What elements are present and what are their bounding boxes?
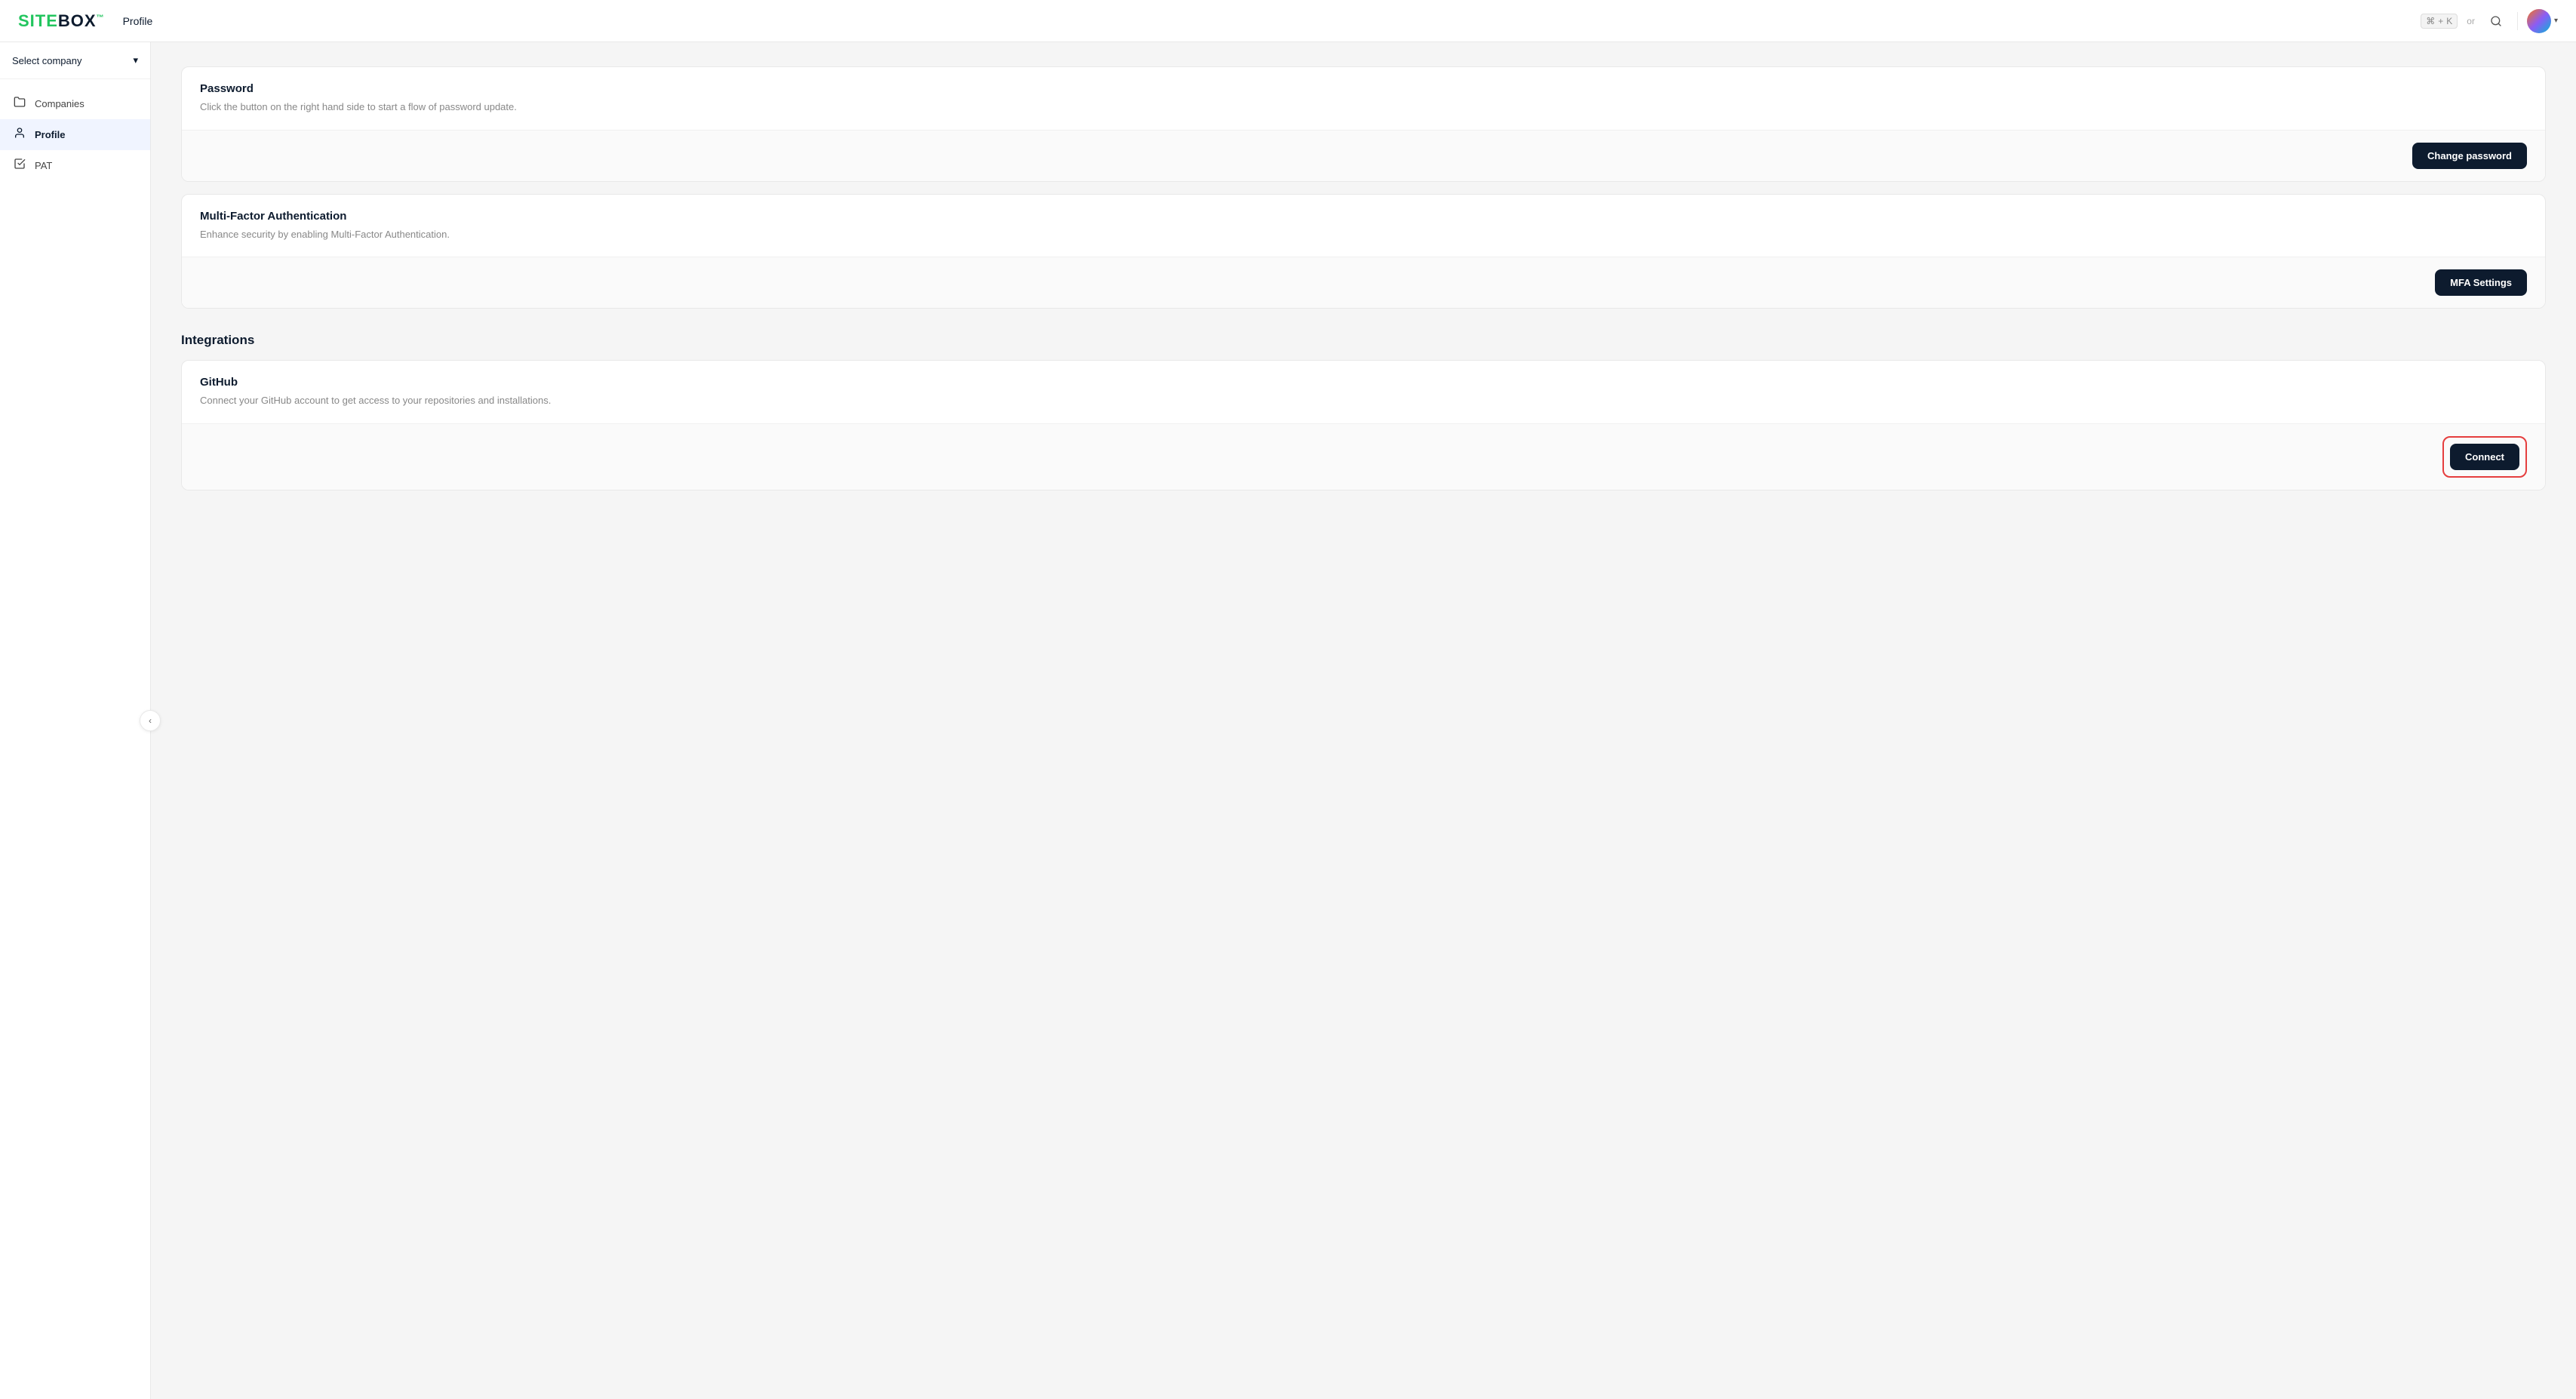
sidebar-item-companies[interactable]: Companies <box>0 88 150 119</box>
password-card-bottom: Change password <box>182 130 2545 181</box>
sidebar-nav: Companies Profile PAT <box>0 79 150 1399</box>
connect-button-wrapper: Connect <box>2442 436 2527 478</box>
sidebar-item-pat[interactable]: PAT <box>0 150 150 181</box>
select-company-chevron-icon: ▾ <box>133 54 138 66</box>
sidebar-item-companies-label: Companies <box>35 98 85 109</box>
main-content: Password Click the button on the right h… <box>151 42 2576 1399</box>
logo-trademark: ™ <box>97 14 105 22</box>
github-card-bottom: Connect <box>182 423 2545 490</box>
header-right: ⌘ + K or ▾ <box>2421 9 2558 33</box>
pat-icon <box>12 158 27 174</box>
header-nav-label: Profile <box>123 15 153 27</box>
password-card-top: Password Click the button on the right h… <box>182 67 2545 130</box>
chevron-down-icon: ▾ <box>2554 17 2558 25</box>
github-card: GitHub Connect your GitHub account to ge… <box>181 360 2546 490</box>
keyboard-shortcut: ⌘ + K <box>2421 14 2458 29</box>
search-button[interactable] <box>2484 9 2508 33</box>
select-company-button[interactable]: Select company ▾ <box>0 42 150 79</box>
github-description: Connect your GitHub account to get acces… <box>200 393 2527 408</box>
kbd-k: K <box>2446 16 2452 26</box>
logo-box: BOX <box>58 11 97 30</box>
sidebar-item-profile[interactable]: Profile <box>0 119 150 150</box>
sidebar-collapse-button[interactable]: ‹ <box>140 710 161 731</box>
profile-icon <box>12 127 27 143</box>
logo: SITEBOX™ <box>18 11 105 31</box>
github-title: GitHub <box>200 376 2527 389</box>
sidebar-item-profile-label: Profile <box>35 129 65 140</box>
mfa-card: Multi-Factor Authentication Enhance secu… <box>181 194 2546 309</box>
mfa-card-top: Multi-Factor Authentication Enhance secu… <box>182 195 2545 257</box>
header-divider <box>2517 12 2518 30</box>
avatar <box>2527 9 2551 33</box>
sidebar: Select company ▾ Companies Profile PAT <box>0 42 151 1399</box>
search-icon <box>2490 15 2502 27</box>
mfa-settings-button[interactable]: MFA Settings <box>2435 269 2527 296</box>
change-password-button[interactable]: Change password <box>2412 143 2527 169</box>
collapse-icon: ‹ <box>149 715 152 726</box>
app-body: Select company ▾ Companies Profile PAT <box>0 42 2576 1399</box>
user-avatar-button[interactable]: ▾ <box>2527 9 2558 33</box>
github-card-top: GitHub Connect your GitHub account to ge… <box>182 361 2545 423</box>
password-card: Password Click the button on the right h… <box>181 66 2546 182</box>
sidebar-item-pat-label: PAT <box>35 160 52 171</box>
password-title: Password <box>200 82 2527 95</box>
folder-icon <box>12 96 27 112</box>
app-header: SITEBOX™ Profile ⌘ + K or ▾ <box>0 0 2576 42</box>
mfa-title: Multi-Factor Authentication <box>200 210 2527 223</box>
logo-site: SITE <box>18 11 58 30</box>
password-description: Click the button on the right hand side … <box>200 100 2527 115</box>
header-left: SITEBOX™ Profile <box>18 11 152 31</box>
kbd-cmd: ⌘ <box>2426 16 2435 26</box>
mfa-card-bottom: MFA Settings <box>182 257 2545 308</box>
integrations-title: Integrations <box>181 333 2546 348</box>
shortcut-or: or <box>2467 16 2475 26</box>
kbd-plus: + <box>2438 16 2443 26</box>
connect-button[interactable]: Connect <box>2450 444 2519 470</box>
select-company-label: Select company <box>12 55 82 66</box>
mfa-description: Enhance security by enabling Multi-Facto… <box>200 227 2527 242</box>
